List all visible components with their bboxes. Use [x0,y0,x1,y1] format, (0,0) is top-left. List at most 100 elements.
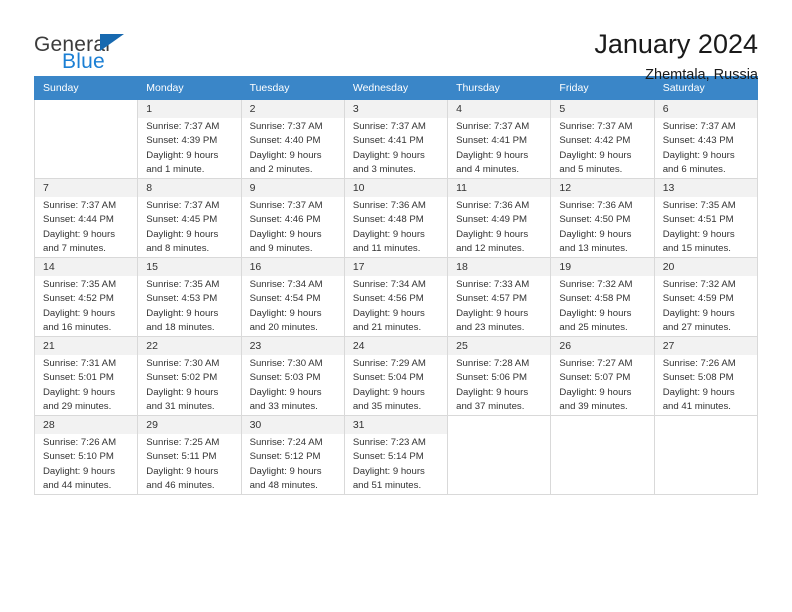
day-details: Sunrise: 7:35 AM Sunset: 4:53 PM Daylight:… [138,276,240,336]
calendar-day-cell[interactable]: 7 Sunrise: 7:37 AM Sunset: 4:44 PM Daylight… [33,178,139,258]
day-number: 22 [138,337,241,355]
daylight-text-line2: and 39 minutes. [559,401,628,413]
sunrise-text: Sunrise: 7:37 AM [559,120,633,132]
calendar-day-cell[interactable]: 26 Sunrise: 7:27 AM Sunset: 5:07 PM Dayligh… [550,336,655,416]
daylight-text-line1: Daylight: 9 hours [456,386,529,398]
calendar-day-cell[interactable]: 31 Sunrise: 7:23 AM Sunset: 5:14 PM Dayligh… [343,415,449,495]
sunrise-text: Sunrise: 7:29 AM [352,357,426,369]
calendar-day-cell[interactable]: 18 Sunrise: 7:33 AM Sunset: 4:57 PM Dayligh… [447,257,552,337]
daylight-text-line1: Daylight: 9 hours [456,307,529,319]
calendar-day-cell[interactable]: 15 Sunrise: 7:35 AM Sunset: 4:53 PM Dayligh… [137,257,242,337]
sunrise-text: Sunrise: 7:33 AM [456,278,530,290]
sunset-text: Sunset: 5:01 PM [43,372,114,384]
sunset-text: Sunset: 4:56 PM [352,293,424,305]
brand-logo[interactable]: General Blue [34,30,144,82]
day-details: Sunrise: 7:33 AM Sunset: 4:57 PM Daylight:… [448,276,550,336]
sunset-text: Sunset: 4:39 PM [146,135,218,147]
sunset-text: Sunset: 4:58 PM [559,293,631,305]
calendar-body: 1 Sunrise: 7:37 AM Sunset: 4:39 PM Daylight… [33,99,759,495]
daylight-text-line1: Daylight: 9 hours [559,228,632,240]
calendar-day-cell[interactable]: 9 Sunrise: 7:37 AM Sunset: 4:46 PM Daylight… [240,178,345,258]
calendar-day-cell[interactable]: 27 Sunrise: 7:26 AM Sunset: 5:08 PM Dayligh… [653,336,759,416]
page-title: January 2024 [594,29,758,59]
calendar-day-cell[interactable]: 11 Sunrise: 7:36 AM Sunset: 4:49 PM Dayligh… [447,178,552,258]
daylight-text-line1: Daylight: 9 hours [146,386,219,398]
sunrise-text: Sunrise: 7:36 AM [352,199,426,211]
daylight-text-line1: Daylight: 9 hours [662,386,735,398]
day-number: 11 [448,179,551,197]
day-number: 29 [138,416,241,434]
day-details: Sunrise: 7:25 AM Sunset: 5:11 PM Daylight:… [138,434,240,494]
sunrise-text: Sunrise: 7:37 AM [146,199,220,211]
daylight-text-line2: and 6 minutes. [662,164,726,176]
calendar-day-cell[interactable]: 20 Sunrise: 7:32 AM Sunset: 4:59 PM Dayligh… [653,257,759,337]
sunset-text: Sunset: 4:57 PM [456,293,528,305]
sunrise-text: Sunrise: 7:32 AM [662,278,736,290]
day-number: 26 [551,337,654,355]
daylight-text-line2: and 9 minutes. [249,243,313,255]
daylight-text-line2: and 4 minutes. [456,164,520,176]
sunrise-text: Sunrise: 7:37 AM [43,199,117,211]
calendar-day-cell[interactable]: 1 Sunrise: 7:37 AM Sunset: 4:39 PM Daylight… [137,99,242,179]
day-number: 12 [551,179,654,197]
calendar-day-cell[interactable]: 2 Sunrise: 7:37 AM Sunset: 4:40 PM Daylight… [240,99,345,179]
sunrise-text: Sunrise: 7:28 AM [456,357,530,369]
sunset-text: Sunset: 5:08 PM [662,372,734,384]
day-details: Sunrise: 7:37 AM Sunset: 4:41 PM Daylight:… [448,118,550,178]
calendar-day-cell[interactable]: 21 Sunrise: 7:31 AM Sunset: 5:01 PM Dayligh… [33,336,139,416]
sunrise-text: Sunrise: 7:36 AM [559,199,633,211]
calendar-day-cell[interactable]: 25 Sunrise: 7:28 AM Sunset: 5:06 PM Dayligh… [447,336,552,416]
sunset-text: Sunset: 4:40 PM [249,135,321,147]
calendar-day-cell[interactable]: 3 Sunrise: 7:37 AM Sunset: 4:41 PM Daylight… [343,99,449,179]
daylight-text-line2: and 37 minutes. [456,401,525,413]
calendar-day-cell[interactable]: 14 Sunrise: 7:35 AM Sunset: 4:52 PM Dayligh… [33,257,139,337]
day-details: Sunrise: 7:30 AM Sunset: 5:03 PM Daylight:… [242,355,344,415]
day-number: 24 [344,337,448,355]
daylight-text-line1: Daylight: 9 hours [559,386,632,398]
daylight-text-line1: Daylight: 9 hours [662,307,735,319]
daylight-text-line2: and 18 minutes. [146,322,215,334]
calendar-day-cell[interactable]: 5 Sunrise: 7:37 AM Sunset: 4:42 PM Daylight… [550,99,655,179]
calendar-day-cell[interactable]: 22 Sunrise: 7:30 AM Sunset: 5:02 PM Dayligh… [137,336,242,416]
sunset-text: Sunset: 4:44 PM [43,214,114,226]
sunset-text: Sunset: 4:53 PM [146,293,218,305]
sunset-text: Sunset: 4:48 PM [352,214,424,226]
calendar-day-cell[interactable]: 24 Sunrise: 7:29 AM Sunset: 5:04 PM Dayligh… [343,336,449,416]
brand-name-blue: Blue [62,50,105,73]
calendar-day-cell[interactable]: 4 Sunrise: 7:37 AM Sunset: 4:41 PM Daylight… [447,99,552,179]
calendar-day-cell[interactable]: 30 Sunrise: 7:24 AM Sunset: 5:12 PM Dayligh… [240,415,345,495]
calendar-day-cell[interactable]: 17 Sunrise: 7:34 AM Sunset: 4:56 PM Dayligh… [343,257,449,337]
calendar-day-cell[interactable]: 23 Sunrise: 7:30 AM Sunset: 5:03 PM Dayligh… [240,336,345,416]
daylight-text-line1: Daylight: 9 hours [352,228,425,240]
calendar-day-cell[interactable]: 8 Sunrise: 7:37 AM Sunset: 4:45 PM Daylight… [137,178,242,258]
calendar-day-cell[interactable]: 6 Sunrise: 7:37 AM Sunset: 4:43 PM Daylight… [653,99,759,179]
sunrise-text: Sunrise: 7:37 AM [662,120,736,132]
page-header: General Blue January 2024 Zhemtala, Russ… [34,0,758,82]
calendar-day-cell[interactable]: 19 Sunrise: 7:32 AM Sunset: 4:58 PM Dayligh… [550,257,655,337]
daylight-text-line2: and 13 minutes. [559,243,628,255]
sunrise-text: Sunrise: 7:27 AM [559,357,633,369]
sunset-text: Sunset: 4:41 PM [456,135,528,147]
sunset-text: Sunset: 4:54 PM [249,293,321,305]
daylight-text-line1: Daylight: 9 hours [249,386,322,398]
daylight-text-line2: and 12 minutes. [456,243,525,255]
calendar-day-cell[interactable]: 16 Sunrise: 7:34 AM Sunset: 4:54 PM Dayligh… [240,257,345,337]
sunrise-text: Sunrise: 7:35 AM [43,278,117,290]
day-number: 20 [654,258,757,276]
daylight-text-line1: Daylight: 9 hours [662,149,735,161]
calendar-day-cell[interactable]: 29 Sunrise: 7:25 AM Sunset: 5:11 PM Dayligh… [137,415,242,495]
sunrise-text: Sunrise: 7:34 AM [249,278,323,290]
day-number: 21 [35,337,138,355]
sunset-text: Sunset: 5:12 PM [249,451,321,463]
daylight-text-line2: and 21 minutes. [352,322,422,334]
day-details: Sunrise: 7:37 AM Sunset: 4:46 PM Daylight:… [242,197,344,257]
day-number: 3 [344,100,448,118]
calendar-day-cell[interactable]: 13 Sunrise: 7:35 AM Sunset: 4:51 PM Dayligh… [653,178,759,258]
day-details: Sunrise: 7:30 AM Sunset: 5:02 PM Daylight:… [138,355,240,415]
calendar-day-cell[interactable]: 10 Sunrise: 7:36 AM Sunset: 4:48 PM Dayligh… [343,178,449,258]
day-number: 9 [241,179,344,197]
calendar-day-cell[interactable]: 28 Sunrise: 7:26 AM Sunset: 5:10 PM Dayligh… [33,415,139,495]
sunrise-text: Sunrise: 7:37 AM [249,199,323,211]
calendar-day-cell[interactable]: 12 Sunrise: 7:36 AM Sunset: 4:50 PM Dayligh… [550,178,655,258]
day-number: 23 [241,337,344,355]
